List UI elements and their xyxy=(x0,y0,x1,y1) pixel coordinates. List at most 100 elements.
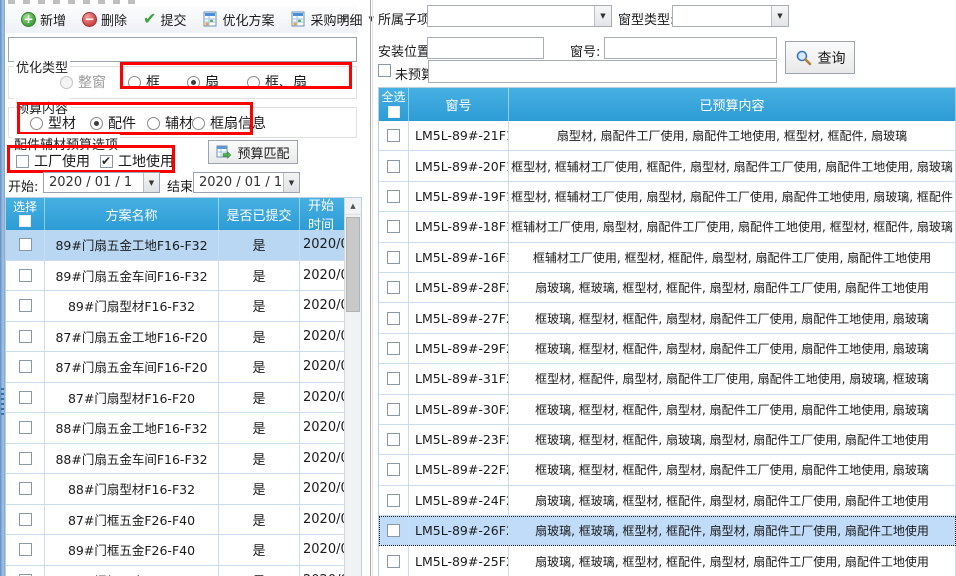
plan-date-cell: 2020/0 xyxy=(300,322,346,353)
row-checkbox[interactable] xyxy=(19,330,32,343)
window-table-row[interactable]: LM5L-89#-25F23 扇玻璃, 框玻璃, 框型材, 框配件, 扇型材, … xyxy=(379,546,956,576)
optimize-plan-button[interactable]: 优化方案 xyxy=(197,6,279,33)
plan-table-row[interactable]: 89#门扇五金车间F16-F32 是 2020/0 xyxy=(6,261,346,292)
window-table-row[interactable]: LM5L-89#-28F26 扇玻璃, 框玻璃, 框型材, 框配件, 扇型材, … xyxy=(379,273,956,303)
row-checkbox[interactable] xyxy=(387,342,400,355)
chevron-down-icon[interactable]: ▼ xyxy=(594,6,611,26)
toolbar-overflow-button[interactable]: ▼ xyxy=(336,10,352,30)
row-checkbox[interactable] xyxy=(19,299,32,312)
row-checkbox[interactable] xyxy=(19,269,32,282)
end-date-picker[interactable]: 2020 / 01 / 13 ▼ xyxy=(193,172,300,193)
plan-table-row[interactable]: 88#门扇型材F16-F32 是 2020/0 xyxy=(6,474,346,505)
row-checkbox[interactable] xyxy=(387,463,400,476)
start-date-picker[interactable]: 2020 / 01 / 1 ▼ xyxy=(43,172,160,193)
install-position-input[interactable] xyxy=(427,37,544,59)
row-checkbox[interactable] xyxy=(19,482,32,495)
row-checkbox[interactable] xyxy=(387,372,400,385)
radio-accessory[interactable]: 配件 xyxy=(90,113,136,133)
window-table-row[interactable]: LM5L-89#-26F24 扇玻璃, 框玻璃, 框型材, 框配件, 扇型材, … xyxy=(379,516,956,546)
plan-table-scrollbar[interactable]: ▲ xyxy=(344,198,361,576)
radio-sash[interactable]: 扇 xyxy=(187,72,219,92)
sub-item-select[interactable]: ▼ xyxy=(427,5,612,27)
unbudgeted-input[interactable] xyxy=(428,60,777,83)
window-table-row[interactable]: LM5L-89#-21F19 扇型材, 扇配件工厂使用, 扇配件工地使用, 框型… xyxy=(379,121,956,151)
scrollbar-thumb[interactable] xyxy=(346,217,360,312)
row-checkbox[interactable] xyxy=(387,129,400,142)
window-table-row[interactable]: LM5L-89#-20F18 框型材, 框辅材工厂使用, 框配件, 扇型材, 扇… xyxy=(379,151,956,181)
plan-table-row[interactable]: 87#门框五金F26-F40 是 2020/0 xyxy=(6,505,346,536)
window-table-row[interactable]: LM5L-89#-16F15 框辅材工厂使用, 框型材, 框配件, 扇型材, 扇… xyxy=(379,243,956,273)
row-checkbox[interactable] xyxy=(387,281,400,294)
row-checkbox[interactable] xyxy=(19,238,32,251)
row-checkbox[interactable] xyxy=(19,452,32,465)
row-checkbox[interactable] xyxy=(387,403,400,416)
row-checkbox-cell xyxy=(6,322,45,353)
delete-button[interactable]: − 删除 xyxy=(77,6,132,33)
plan-date-cell: 2020/0 xyxy=(300,230,346,261)
chevron-down-icon[interactable]: ▼ xyxy=(771,6,788,26)
row-checkbox[interactable] xyxy=(19,360,32,373)
add-button[interactable]: + 新增 xyxy=(16,6,71,33)
start-time-header[interactable]: 开始时间 xyxy=(300,198,346,230)
row-checkbox[interactable] xyxy=(387,524,400,537)
row-checkbox[interactable] xyxy=(387,220,400,233)
plan-table-row[interactable]: 89#门扇五金工地F16-F32 是 2020/0 xyxy=(6,230,346,261)
plan-table-row[interactable]: 87#门扇型材F16-F20 是 2020/0 xyxy=(6,383,346,414)
window-table-row[interactable]: LM5L-89#-29F27 框玻璃, 框型材, 框配件, 扇型材, 扇配件工厂… xyxy=(379,334,956,364)
window-table-row[interactable]: LM5L-89#-31F29 框型材, 框配件, 扇型材, 扇配件工厂使用, 扇… xyxy=(379,364,956,394)
row-checkbox[interactable] xyxy=(19,421,32,434)
window-no-cell: LM5L-89#-24F22 xyxy=(409,486,509,516)
budgeted-content-column-header[interactable]: 已预算内容 xyxy=(509,88,956,121)
row-checkbox[interactable] xyxy=(387,160,400,173)
window-table-row[interactable]: LM5L-89#-19F17 框型材, 框辅材工厂使用, 扇型材, 扇配件工厂使… xyxy=(379,182,956,212)
plan-table-row[interactable]: 88#门框五金F21-F40 是 2020/0 xyxy=(6,566,346,576)
window-type-select[interactable]: ▼ xyxy=(672,5,789,27)
window-table-row[interactable]: LM5L-89#-24F22 扇玻璃, 框玻璃, 框型材, 框配件, 扇型材, … xyxy=(379,486,956,516)
row-checkbox[interactable] xyxy=(19,391,32,404)
plan-table-row[interactable]: 89#门扇型材F16-F32 是 2020/0 xyxy=(6,291,346,322)
window-no-input[interactable] xyxy=(604,37,777,59)
window-table-row[interactable]: LM5L-89#-23F21 框玻璃, 框型材, 框配件, 扇玻璃, 扇型材, … xyxy=(379,425,956,455)
radio-auxiliary[interactable]: 辅材 xyxy=(147,113,193,133)
row-checkbox[interactable] xyxy=(19,543,32,556)
row-checkbox[interactable] xyxy=(387,190,400,203)
row-checkbox[interactable] xyxy=(387,433,400,446)
window-table-row[interactable]: LM5L-89#-22F20 框玻璃, 框型材, 框配件, 扇型材, 扇配件工厂… xyxy=(379,455,956,485)
plan-table-row[interactable]: 87#门扇五金车间F16-F20 是 2020/0 xyxy=(6,352,346,383)
checkbox-factory-use[interactable]: 工厂使用 xyxy=(16,151,90,171)
checkbox-site-use[interactable]: 工地使用 xyxy=(100,151,174,171)
window-type-label: 窗型类型: xyxy=(618,9,674,28)
scroll-up-icon[interactable]: ▲ xyxy=(345,198,361,215)
plan-table-row[interactable]: 88#门扇五金工地F16-F32 是 2020/0 xyxy=(6,413,346,444)
row-checkbox[interactable] xyxy=(387,555,400,568)
plan-name-header[interactable]: 方案名称 xyxy=(45,198,219,230)
select-all-checkbox[interactable] xyxy=(388,106,400,118)
panel-splitter[interactable] xyxy=(370,0,371,576)
chevron-down-icon[interactable]: ▼ xyxy=(283,173,299,192)
radio-frame-sash[interactable]: 框、扇 xyxy=(247,72,307,92)
submitted-header[interactable]: 是否已提交 xyxy=(219,198,300,230)
window-table-row[interactable]: LM5L-89#-18F16 框辅材工厂使用, 扇型材, 扇配件工厂使用, 扇配… xyxy=(379,212,956,242)
window-no-column-header[interactable]: 窗号 xyxy=(409,88,509,121)
row-checkbox[interactable] xyxy=(387,494,400,507)
plan-table-row[interactable]: 89#门框五金F26-F40 是 2020/0 xyxy=(6,535,346,566)
purchase-detail-button[interactable]: 采购明细 ▼ xyxy=(285,6,378,33)
unbudgeted-checkbox[interactable] xyxy=(378,64,391,77)
select-all-checkbox[interactable] xyxy=(19,215,31,227)
plan-name-cell: 88#门扇型材F16-F32 xyxy=(45,474,219,505)
plan-table-header: 选择 方案名称 是否已提交 开始时间 xyxy=(6,198,346,230)
query-button[interactable]: 查询 xyxy=(785,41,855,74)
plan-table-row[interactable]: 87#门扇五金工地F16-F20 是 2020/0 xyxy=(6,322,346,353)
chevron-down-icon[interactable]: ▼ xyxy=(143,173,159,192)
window-table-row[interactable]: LM5L-89#-30F28 框玻璃, 框型材, 框配件, 扇型材, 扇配件工厂… xyxy=(379,395,956,425)
window-table-row[interactable]: LM5L-89#-27F25 框玻璃, 框型材, 框配件, 扇型材, 扇配件工厂… xyxy=(379,303,956,333)
budget-match-button[interactable]: 预算匹配 xyxy=(208,140,298,164)
row-checkbox[interactable] xyxy=(387,312,400,325)
radio-profile[interactable]: 型材 xyxy=(30,113,76,133)
row-checkbox[interactable] xyxy=(387,251,400,264)
submit-button[interactable]: ✔ 提交 xyxy=(138,6,191,33)
row-checkbox[interactable] xyxy=(19,513,32,526)
radio-frame-sash-info[interactable]: 框扇信息 xyxy=(192,113,266,133)
radio-frame[interactable]: 框 xyxy=(128,72,160,92)
plan-table-row[interactable]: 88#门扇五金车间F16-F32 是 2020/0 xyxy=(6,444,346,475)
